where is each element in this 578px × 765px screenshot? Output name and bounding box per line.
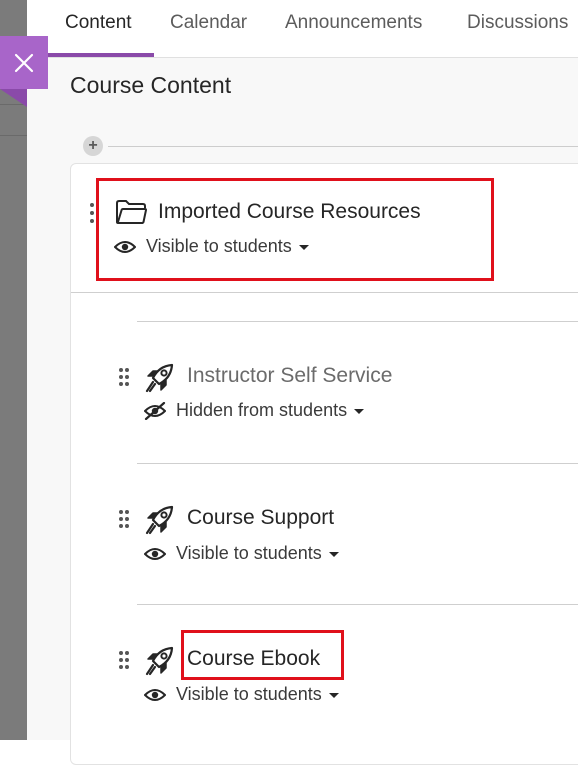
add-content-button[interactable]: + bbox=[83, 136, 103, 156]
chevron-down-icon bbox=[328, 693, 339, 698]
item-divider bbox=[137, 463, 578, 464]
folder-icon bbox=[116, 200, 147, 224]
background-overlay bbox=[0, 0, 27, 740]
close-button-tail bbox=[0, 89, 27, 107]
visibility-dropdown[interactable]: Hidden from students bbox=[144, 400, 365, 421]
page-title: Course Content bbox=[70, 72, 232, 98]
chevron-down-icon bbox=[298, 245, 309, 250]
eye-icon bbox=[144, 688, 166, 701]
rocket-icon bbox=[145, 646, 174, 676]
chevron-down-icon bbox=[328, 552, 339, 557]
drag-handle-icon[interactable] bbox=[86, 202, 98, 224]
rocket-icon bbox=[145, 505, 174, 535]
drag-handle-icon[interactable] bbox=[118, 509, 130, 529]
tab-content[interactable]: Content bbox=[65, 12, 132, 34]
item-divider bbox=[137, 604, 578, 605]
item-divider bbox=[137, 321, 578, 322]
add-content-divider bbox=[108, 146, 578, 147]
item-title[interactable]: Course Ebook bbox=[187, 647, 320, 671]
tab-discussions[interactable]: Discussions bbox=[467, 12, 568, 34]
visibility-label: Visible to students bbox=[176, 684, 322, 704]
eye-icon bbox=[144, 547, 166, 560]
close-button[interactable] bbox=[0, 36, 48, 89]
tab-announcements[interactable]: Announcements bbox=[285, 12, 422, 34]
item-title[interactable]: Course Support bbox=[187, 506, 334, 530]
visibility-label: Visible to students bbox=[146, 236, 292, 256]
eye-icon bbox=[114, 240, 136, 253]
course-tabs: Content Calendar Announcements Discussio… bbox=[27, 0, 578, 58]
visibility-dropdown[interactable]: Visible to students bbox=[144, 543, 339, 564]
close-icon bbox=[14, 53, 34, 72]
item-title[interactable]: Imported Course Resources bbox=[158, 200, 421, 224]
visibility-label: Visible to students bbox=[176, 543, 322, 563]
visibility-label: Hidden from students bbox=[176, 400, 348, 420]
tab-calendar[interactable]: Calendar bbox=[170, 12, 247, 34]
eye-slash-icon bbox=[144, 401, 166, 420]
folder-divider bbox=[71, 292, 578, 293]
visibility-dropdown[interactable]: Visible to students bbox=[144, 684, 339, 705]
drag-handle-icon[interactable] bbox=[118, 367, 130, 387]
chevron-down-icon bbox=[354, 409, 365, 414]
drag-handle-icon[interactable] bbox=[118, 650, 130, 670]
item-title[interactable]: Instructor Self Service bbox=[187, 364, 392, 388]
visibility-dropdown[interactable]: Visible to students bbox=[114, 236, 309, 257]
rocket-icon bbox=[145, 363, 174, 393]
